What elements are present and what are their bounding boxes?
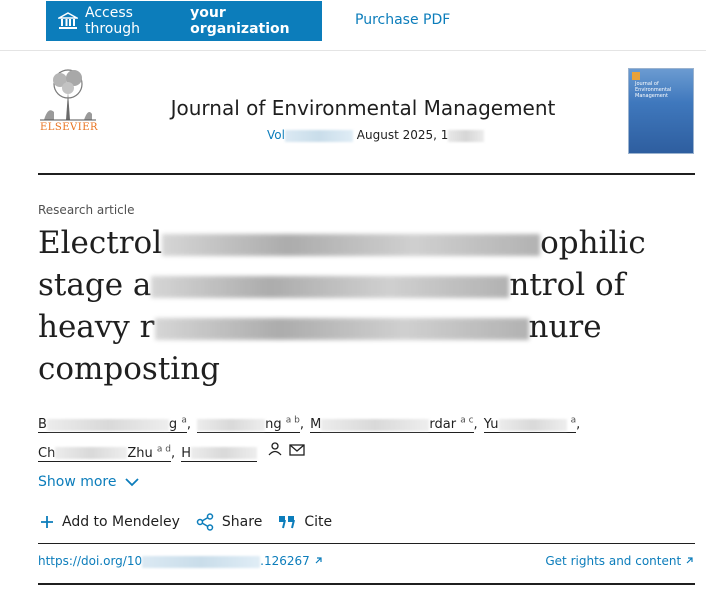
author-link[interactable]: Yu a <box>483 416 577 434</box>
title-text-line3-end: nure <box>528 309 602 345</box>
author-link[interactable]: Bg a <box>38 416 187 434</box>
chevron-down-icon <box>124 478 139 487</box>
author-list: Bg a, ng a b, Mrdar a c, Yu a, Ch Zhu a d… <box>38 409 678 466</box>
access-through-organization-button[interactable]: Access through your organization <box>46 1 322 41</box>
redacted-volume <box>284 129 353 142</box>
title-text-line1-end: ophilic <box>540 225 646 261</box>
external-link-icon <box>686 557 693 564</box>
article-title: Electrol ophilic stage a ntrol of heavy r n… <box>38 222 698 390</box>
journal-title[interactable]: Journal of Environmental Management <box>0 96 706 120</box>
access-label: Access through <box>85 5 141 37</box>
doi-prefix: https://doi.org/10 <box>38 554 143 568</box>
header-divider <box>38 173 695 175</box>
plus-icon <box>41 516 53 528</box>
show-more-label: Show more <box>38 474 117 490</box>
redacted-title-segment <box>151 275 510 298</box>
quote-icon <box>279 516 296 529</box>
author-link[interactable]: Mrdar a c <box>310 416 474 434</box>
redacted-title-segment <box>162 233 541 256</box>
title-text-line1-start: Electrol <box>38 225 163 261</box>
show-more-toggle[interactable]: Show more <box>38 474 139 490</box>
title-text-line2-start: stage a <box>38 267 152 303</box>
author-link[interactable]: ng a b <box>197 416 300 434</box>
get-rights-link[interactable]: Get rights and content <box>545 554 694 568</box>
share-icon <box>196 513 214 531</box>
cite-label: Cite <box>304 514 333 530</box>
share-button[interactable]: Share <box>196 513 262 531</box>
title-text-line2-end: ntrol of <box>509 267 626 303</box>
cover-logo <box>632 72 640 80</box>
access-label-bold: your organization <box>190 5 290 37</box>
article-actions: Add to Mendeley Share Cite <box>40 513 348 531</box>
title-text-line3-start: heavy r <box>38 309 155 345</box>
purchase-pdf-link[interactable]: Purchase PDF <box>355 12 450 28</box>
author-link[interactable]: H <box>181 445 258 462</box>
add-to-mendeley-label: Add to Mendeley <box>62 514 180 530</box>
cite-button[interactable]: Cite <box>278 514 332 530</box>
journal-volume-info: Vol August 2025, 1 <box>267 128 485 142</box>
author-link[interactable]: Ch Zhu a d <box>38 444 171 462</box>
footer-divider <box>38 583 695 585</box>
share-label: Share <box>221 514 263 530</box>
journal-cover-thumbnail[interactable]: Journal of Environmental Management <box>628 68 694 154</box>
top-action-bar: Access through your organization Purchas… <box>0 0 706 51</box>
get-rights-label: Get rights and content <box>545 554 682 568</box>
publisher-name: ELSEVIER <box>39 122 99 133</box>
redacted-title-segment <box>154 317 529 340</box>
article-type-label: Research article <box>38 203 135 217</box>
volume-link[interactable]: Vol <box>267 128 285 142</box>
title-text-line4: composting <box>38 351 221 387</box>
redacted-article-number <box>448 129 485 142</box>
external-link-icon <box>315 557 322 564</box>
add-to-mendeley-button[interactable]: Add to Mendeley <box>40 514 180 530</box>
redacted-doi <box>142 555 261 568</box>
doi-suffix: .126267 <box>260 554 310 568</box>
person-icon[interactable] <box>267 441 283 465</box>
actions-divider <box>38 543 695 544</box>
envelope-icon[interactable] <box>289 441 305 465</box>
cover-title: Journal of Environmental Management <box>635 81 672 99</box>
bank-icon <box>56 12 80 30</box>
issue-date: August 2025, 1 <box>356 128 449 142</box>
doi-link[interactable]: https://doi.org/10 .126267 <box>38 554 323 568</box>
